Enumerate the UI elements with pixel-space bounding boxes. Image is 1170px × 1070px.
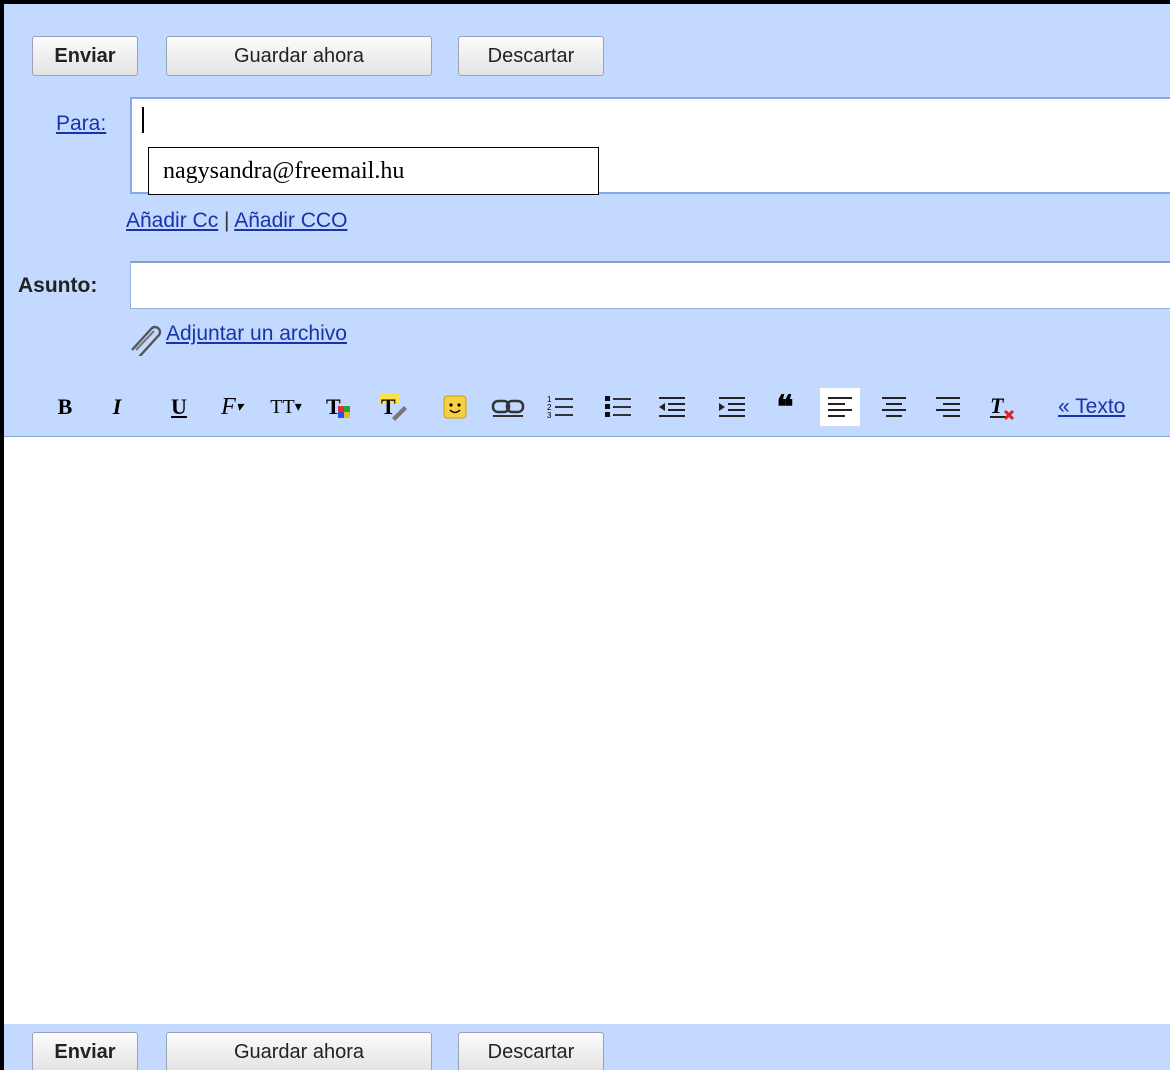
font-button[interactable]: F ▾ [212,392,252,422]
attach-file-link[interactable]: Adjuntar un archivo [166,322,347,346]
to-field[interactable]: nagysandra@freemail.hu [130,97,1170,195]
svg-text:T: T [381,394,396,419]
remove-formatting-icon[interactable]: T [986,392,1018,422]
cc-links: Añadir Cc | Añadir CCO [126,209,347,233]
paperclip-icon [124,320,164,361]
quote-icon[interactable]: ❝ [770,391,800,423]
text-caret [142,107,144,133]
align-left-icon[interactable] [820,388,860,426]
discard-button[interactable]: Descartar [458,36,604,76]
italic-button[interactable]: I [102,392,132,422]
numbered-list-icon[interactable]: 123 [544,392,576,422]
add-bcc-link[interactable]: Añadir CCO [234,209,347,232]
plain-text-link[interactable]: « Texto [1058,392,1158,422]
svg-text:T: T [990,393,1005,418]
align-center-icon[interactable] [878,392,910,422]
text-color-icon[interactable]: T [322,392,356,422]
format-toolbar: B I U F ▾ TT ▾ T T 123 ❝ T « Texto [4,384,1170,434]
add-cc-link[interactable]: Añadir Cc [126,209,218,232]
cc-separator: | [224,209,230,232]
recipient-chip[interactable]: nagysandra@freemail.hu [148,147,599,195]
bold-button[interactable]: B [50,392,80,422]
subject-input[interactable] [130,261,1170,309]
send-button-bottom[interactable]: Enviar [32,1032,138,1070]
link-icon[interactable] [488,392,528,422]
recipient-email: nagysandra@freemail.hu [163,158,405,184]
font-size-icon: TT [270,395,295,418]
highlight-icon[interactable]: T [376,392,410,422]
decrease-indent-icon[interactable] [656,392,688,422]
font-size-button[interactable]: TT ▾ [266,392,306,422]
discard-button-bottom[interactable]: Descartar [458,1032,604,1070]
compose-window: Enviar Guardar ahora Descartar Para: nag… [0,0,1170,1070]
increase-indent-icon[interactable] [716,392,748,422]
message-body-editor[interactable] [4,436,1170,1024]
underline-button[interactable]: U [164,392,194,422]
send-button[interactable]: Enviar [32,36,138,76]
svg-text:3: 3 [547,411,552,420]
font-icon: F [221,393,236,420]
save-now-button-bottom[interactable]: Guardar ahora [166,1032,432,1070]
emoticon-icon[interactable] [438,392,472,422]
align-right-icon[interactable] [932,392,964,422]
save-now-button[interactable]: Guardar ahora [166,36,432,76]
bullet-list-icon[interactable] [602,392,634,422]
subject-label: Asunto: [18,274,98,297]
to-label-link[interactable]: Para: [56,112,106,136]
